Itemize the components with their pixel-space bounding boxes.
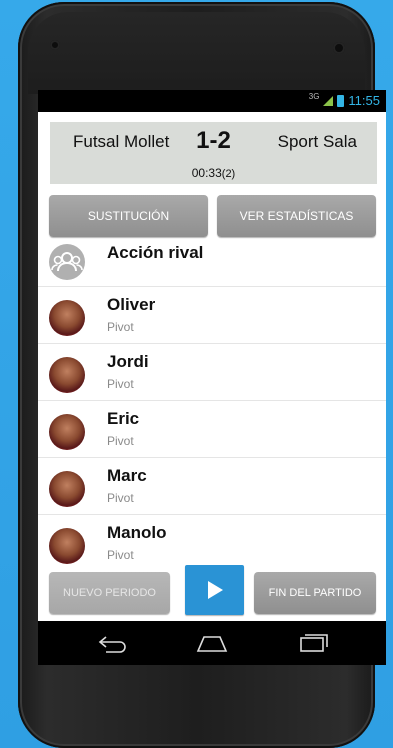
network-type: 3G [308,92,320,101]
app-screen: 3G 11:55 Futsal Mollet 1-2 Sport Sala 00… [38,90,386,665]
player-name: Eric [107,409,140,428]
player-avatar [49,471,85,507]
clock-time: 00:33 [191,166,222,180]
rival-action-label: Acción rival [107,243,204,262]
player-row[interactable]: Marc Pivot [38,458,386,515]
player-list: Acción rival Oliver Pivot Jordi Pivot Er… [38,238,386,572]
player-position: Pivot [107,434,134,448]
back-icon[interactable] [96,633,130,653]
scoreboard: Futsal Mollet 1-2 Sport Sala 00:33(2) [50,122,377,184]
android-nav-bar [38,621,386,665]
player-position: Pivot [107,320,134,334]
player-name: Jordi [107,352,149,371]
match-clock: 00:33(2) [50,166,377,180]
new-period-button[interactable]: NUEVO PERIODO [49,572,170,614]
player-row[interactable]: Manolo Pivot [38,515,386,572]
player-avatar [49,528,85,564]
rival-action-row[interactable]: Acción rival [38,238,386,287]
player-avatar [49,300,85,336]
player-avatar [49,357,85,393]
end-match-button[interactable]: FIN DEL PARTIDO [254,572,376,614]
team-group-icon [49,244,85,280]
home-icon[interactable] [195,633,229,653]
away-team: Sport Sala [277,132,357,151]
play-icon [208,581,223,599]
status-bar: 3G 11:55 [38,90,386,112]
battery-icon [337,94,345,107]
play-button[interactable] [185,565,244,615]
recents-icon[interactable] [296,633,330,653]
player-avatar [49,414,85,450]
player-name: Manolo [107,523,167,542]
signal-icon [323,95,334,106]
player-row[interactable]: Jordi Pivot [38,344,386,401]
player-position: Pivot [107,491,134,505]
player-name: Marc [107,466,147,485]
player-row[interactable]: Eric Pivot [38,401,386,458]
phone-top-bezel [28,12,365,94]
player-position: Pivot [107,548,134,562]
bottom-action-bar: NUEVO PERIODO FIN DEL PARTIDO [38,565,386,621]
period-number: (2) [221,168,236,180]
player-name: Oliver [107,295,156,314]
sensor [333,42,345,54]
player-position: Pivot [107,377,134,391]
front-camera [50,40,60,50]
player-row[interactable]: Oliver Pivot [38,287,386,344]
status-time: 11:55 [348,93,380,108]
substitution-button[interactable]: SUSTITUCIÓN [49,195,208,237]
view-stats-button[interactable]: VER ESTADÍSTICAS [217,195,376,237]
